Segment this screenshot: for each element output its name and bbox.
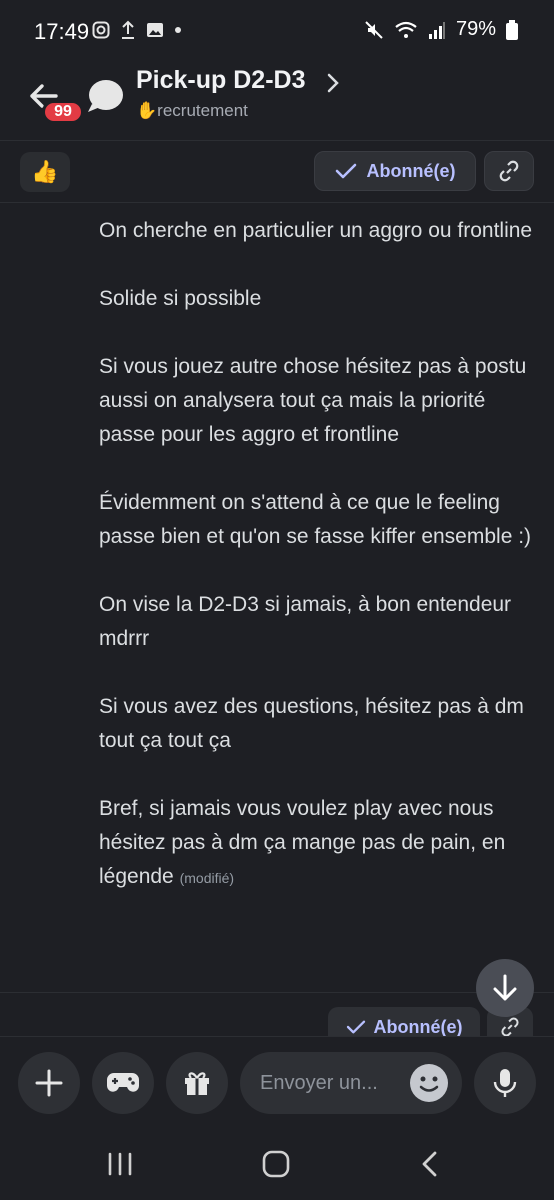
thumbs-up-icon: 👍 — [31, 159, 59, 184]
message-divider — [0, 992, 554, 993]
checkmark-icon — [346, 1020, 365, 1034]
follow-label: Abonné(e) — [366, 160, 456, 181]
add-attachment-button[interactable] — [18, 1052, 80, 1114]
home-icon[interactable] — [261, 1149, 291, 1179]
nav-back-icon[interactable] — [420, 1150, 440, 1178]
message-paragraph-last: Bref, si jamais vous voulez play avec no… — [99, 797, 506, 888]
activities-button[interactable] — [92, 1052, 154, 1114]
status-notification-icons — [92, 20, 182, 40]
message-paragraph: Solide si possible — [99, 287, 262, 310]
follow-button[interactable]: Abonné(e) — [314, 151, 476, 191]
status-bar: 17:49 79% — [0, 0, 554, 62]
link-icon — [499, 160, 519, 182]
plus-icon — [35, 1069, 63, 1097]
unread-badge: 99 — [42, 100, 84, 124]
toolbar-divider — [0, 202, 554, 203]
message-paragraph: Évidemment on s'attend à ce que le feeli… — [99, 491, 532, 548]
wifi-icon — [395, 21, 417, 38]
header-divider — [0, 140, 554, 141]
message-paragraph: Si vous jouez autre chose hésitez pas à … — [99, 355, 527, 446]
follow-label: Abonné(e) — [373, 1016, 463, 1037]
channel-title[interactable]: Pick-up D2-D3 — [136, 66, 305, 95]
emoji-button[interactable] — [410, 1064, 448, 1102]
status-time: 17:49 — [34, 19, 90, 44]
status-system-icons: 79% — [364, 18, 518, 41]
channel-subtitle[interactable]: ✋recrutement — [136, 101, 248, 121]
message-paragraph: Si vous avez des questions, hésitez pas … — [99, 695, 524, 752]
checkmark-icon — [335, 163, 356, 179]
dot-icon — [175, 27, 181, 33]
chevron-right-icon[interactable] — [326, 72, 340, 94]
copy-link-button[interactable] — [484, 151, 534, 191]
message-paragraph: On cherche en particulier un aggro ou fr… — [99, 219, 533, 242]
battery-icon — [506, 19, 518, 40]
voice-message-button[interactable] — [474, 1052, 536, 1114]
edited-label: (modifié) — [179, 870, 235, 886]
mute-icon — [365, 20, 383, 39]
microphone-icon — [493, 1069, 517, 1097]
chat-bubble-icon — [88, 80, 123, 112]
battery-percent: 79% — [455, 18, 496, 40]
message-input-placeholder: Envoyer un... — [260, 1071, 378, 1094]
gift-icon — [185, 1072, 209, 1095]
thumbs-up-reaction-button[interactable]: 👍 — [20, 152, 70, 192]
scroll-down-button[interactable] — [476, 959, 534, 1017]
gamepad-icon — [107, 1073, 139, 1092]
recent-apps-icon[interactable] — [106, 1151, 134, 1177]
smiley-icon — [419, 1076, 439, 1092]
gift-button[interactable] — [166, 1052, 228, 1114]
arrow-down-icon — [493, 974, 517, 1001]
image-icon — [147, 23, 163, 37]
signal-icon — [428, 21, 445, 39]
message-body: On cherche en particulier un aggro ou fr… — [99, 214, 539, 895]
message-paragraph: On vise la D2-D3 si jamais, à bon entend… — [99, 593, 512, 650]
upload-icon — [122, 20, 134, 39]
instagram-icon — [92, 21, 110, 39]
link-icon — [501, 1017, 519, 1037]
